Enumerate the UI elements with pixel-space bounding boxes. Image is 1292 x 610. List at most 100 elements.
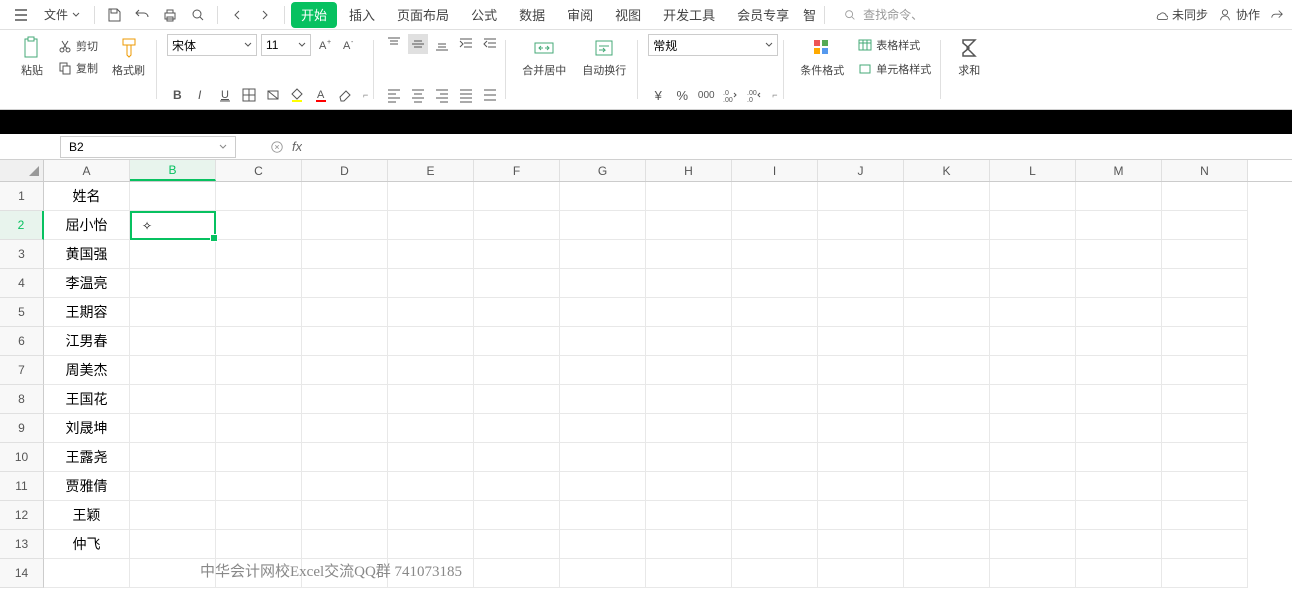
cell-C8[interactable]	[216, 385, 302, 414]
cell-L1[interactable]	[990, 182, 1076, 211]
tab-insert[interactable]: 插入	[339, 2, 385, 28]
number-dialog-launcher[interactable]: ⌐	[772, 90, 777, 100]
cell-N12[interactable]	[1162, 501, 1248, 530]
cell-N11[interactable]	[1162, 472, 1248, 501]
cell-J5[interactable]	[818, 298, 904, 327]
cell-M8[interactable]	[1076, 385, 1162, 414]
cell-F13[interactable]	[474, 530, 560, 559]
decrease-font-button[interactable]: A-	[339, 35, 359, 55]
cell-D11[interactable]	[302, 472, 388, 501]
cell-N1[interactable]	[1162, 182, 1248, 211]
cell-D7[interactable]	[302, 356, 388, 385]
cell-H7[interactable]	[646, 356, 732, 385]
cell-E7[interactable]	[388, 356, 474, 385]
cell-A8[interactable]: 王国花	[44, 385, 130, 414]
cell-K2[interactable]	[904, 211, 990, 240]
cell-K4[interactable]	[904, 269, 990, 298]
row-header[interactable]: 7	[0, 356, 44, 385]
cell-C4[interactable]	[216, 269, 302, 298]
cell-J8[interactable]	[818, 385, 904, 414]
col-header-K[interactable]: K	[904, 160, 990, 181]
bold-button[interactable]: B	[167, 85, 187, 105]
cell-B14[interactable]	[130, 559, 216, 588]
row-header[interactable]: 1	[0, 182, 44, 211]
cell-G5[interactable]	[560, 298, 646, 327]
cell-C13[interactable]	[216, 530, 302, 559]
cell-H12[interactable]	[646, 501, 732, 530]
cell-G9[interactable]	[560, 414, 646, 443]
cell-M10[interactable]	[1076, 443, 1162, 472]
cell-K5[interactable]	[904, 298, 990, 327]
cell-J2[interactable]	[818, 211, 904, 240]
cell-D10[interactable]	[302, 443, 388, 472]
save-icon[interactable]	[101, 2, 127, 28]
tab-review[interactable]: 审阅	[557, 2, 603, 28]
currency-button[interactable]: ¥	[648, 85, 668, 105]
cell-E1[interactable]	[388, 182, 474, 211]
cell-L4[interactable]	[990, 269, 1076, 298]
undo-icon[interactable]	[129, 2, 155, 28]
cell-F4[interactable]	[474, 269, 560, 298]
cell-K14[interactable]	[904, 559, 990, 588]
cell-J10[interactable]	[818, 443, 904, 472]
tab-vip[interactable]: 会员专享	[727, 2, 799, 28]
underline-button[interactable]: U	[215, 85, 235, 105]
row-header[interactable]: 10	[0, 443, 44, 472]
print-preview-icon[interactable]	[185, 2, 211, 28]
tab-overflow[interactable]: 智	[801, 2, 818, 28]
cell-J11[interactable]	[818, 472, 904, 501]
cell-D9[interactable]	[302, 414, 388, 443]
cell-N14[interactable]	[1162, 559, 1248, 588]
cell-E3[interactable]	[388, 240, 474, 269]
percent-button[interactable]: %	[672, 85, 692, 105]
cell-E6[interactable]	[388, 327, 474, 356]
cell-A2[interactable]: 屈小怡	[44, 211, 130, 240]
cell-F3[interactable]	[474, 240, 560, 269]
cell-G1[interactable]	[560, 182, 646, 211]
select-all-corner[interactable]	[0, 160, 44, 181]
unsync-button[interactable]: 未同步	[1154, 6, 1208, 23]
cell-D8[interactable]	[302, 385, 388, 414]
col-header-E[interactable]: E	[388, 160, 474, 181]
cell-B7[interactable]	[130, 356, 216, 385]
cell-K13[interactable]	[904, 530, 990, 559]
tab-data[interactable]: 数据	[509, 2, 555, 28]
cell-C9[interactable]	[216, 414, 302, 443]
cell-B2[interactable]: ✧	[130, 211, 216, 240]
comma-button[interactable]: 000	[696, 85, 716, 105]
cell-F6[interactable]	[474, 327, 560, 356]
cell-C10[interactable]	[216, 443, 302, 472]
col-header-C[interactable]: C	[216, 160, 302, 181]
print-icon[interactable]	[157, 2, 183, 28]
indent-increase-button[interactable]	[480, 34, 500, 54]
cell-A1[interactable]: 姓名	[44, 182, 130, 211]
cell-C3[interactable]	[216, 240, 302, 269]
menu-icon[interactable]	[8, 2, 34, 28]
cell-G3[interactable]	[560, 240, 646, 269]
border-button[interactable]	[239, 85, 259, 105]
row-header[interactable]: 9	[0, 414, 44, 443]
cell-K1[interactable]	[904, 182, 990, 211]
cell-N5[interactable]	[1162, 298, 1248, 327]
cell-I1[interactable]	[732, 182, 818, 211]
cell-B11[interactable]	[130, 472, 216, 501]
cell-C7[interactable]	[216, 356, 302, 385]
font-size-select[interactable]: 11	[261, 34, 311, 56]
cell-I12[interactable]	[732, 501, 818, 530]
cell-A10[interactable]: 王露尧	[44, 443, 130, 472]
cell-I5[interactable]	[732, 298, 818, 327]
cell-G13[interactable]	[560, 530, 646, 559]
cell-I13[interactable]	[732, 530, 818, 559]
cell-M12[interactable]	[1076, 501, 1162, 530]
cell-K8[interactable]	[904, 385, 990, 414]
cell-B12[interactable]	[130, 501, 216, 530]
cell-I4[interactable]	[732, 269, 818, 298]
cell-N13[interactable]	[1162, 530, 1248, 559]
cell-E12[interactable]	[388, 501, 474, 530]
cell-E10[interactable]	[388, 443, 474, 472]
align-top-button[interactable]	[384, 34, 404, 54]
share-button[interactable]	[1270, 8, 1284, 22]
cell-A12[interactable]: 王颖	[44, 501, 130, 530]
col-header-N[interactable]: N	[1162, 160, 1248, 181]
table-style-button[interactable]: 表格样式	[854, 35, 935, 55]
